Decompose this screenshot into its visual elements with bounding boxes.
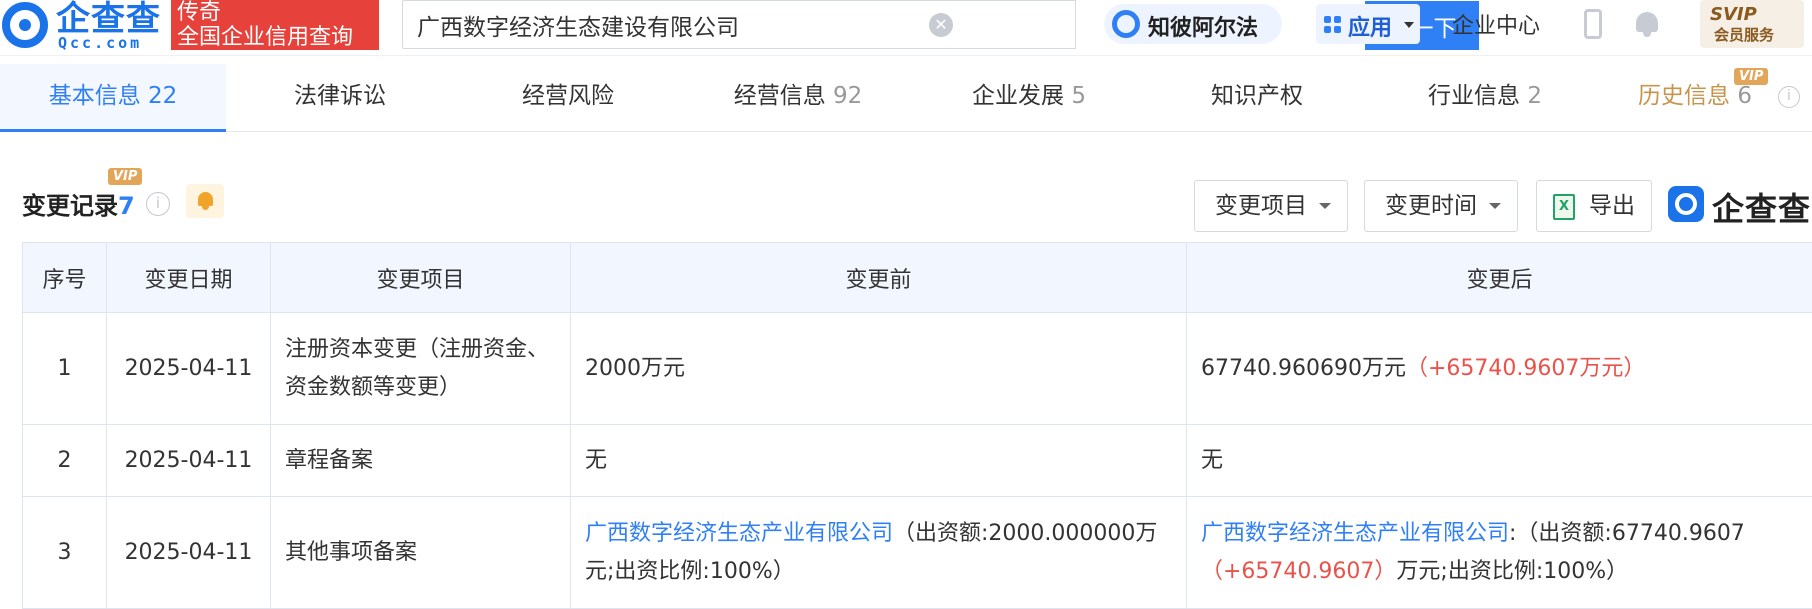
- shareholder-link[interactable]: 广西数字经济生态产业有限公司: [1201, 521, 1509, 546]
- cell-before: 无: [571, 425, 1187, 497]
- qcc-logo[interactable]: 企查查 Qcc.com: [0, 0, 170, 50]
- cell-no: 1: [23, 313, 107, 425]
- section-title: 变更记录7: [22, 186, 135, 221]
- after-delta: （+65740.9607）: [1201, 559, 1396, 584]
- cell-item: 注册资本变更（注册资金、资金数额等变更）: [271, 313, 571, 425]
- qcc-watermark-logo: 企查查: [1668, 182, 1812, 228]
- apps-menu[interactable]: 应用: [1316, 4, 1420, 44]
- tab-basic-info[interactable]: 基本信息 22: [0, 64, 226, 132]
- tab-vip-badge: VIP: [1734, 68, 1768, 85]
- excel-icon: X: [1553, 194, 1575, 220]
- monitor-bell-icon[interactable]: [186, 184, 224, 218]
- slogan-line-2: 全国企业信用查询: [177, 25, 379, 50]
- table-header-row: 序号 变更日期 变更项目 变更前 变更后: [23, 243, 1812, 313]
- apps-label: 应用: [1348, 10, 1392, 42]
- alpha-label: 知彼阿尔法: [1148, 10, 1258, 42]
- cell-before: 广西数字经济生态产业有限公司（出资额:2000.000000万元;出资比例:10…: [571, 497, 1187, 609]
- alpha-icon: [1112, 10, 1140, 38]
- cell-before: 2000万元: [571, 313, 1187, 425]
- col-header-after: 变更后: [1187, 243, 1812, 313]
- chevron-down-icon: [1489, 203, 1501, 209]
- svip-label: SVIP: [1710, 4, 1757, 25]
- qcc-logo-icon: [2, 2, 48, 48]
- tab-industry[interactable]: 行业信息 2: [1370, 64, 1600, 132]
- cell-no: 2: [23, 425, 107, 497]
- after-detail-tail: 万元;出资比例:100%）: [1396, 559, 1628, 584]
- clear-icon[interactable]: ✕: [929, 13, 953, 37]
- cell-item: 其他事项备案: [271, 497, 571, 609]
- member-service-label: 会员服务: [1714, 24, 1774, 45]
- tab-operating-info[interactable]: 经营信息 92: [682, 64, 914, 132]
- tab-operating-risk[interactable]: 经营风险: [454, 64, 682, 132]
- section-count: 7: [118, 192, 135, 220]
- notification-bell-icon[interactable]: [1634, 10, 1660, 38]
- chevron-down-icon: [1404, 22, 1414, 28]
- filter-change-item-dropdown[interactable]: 变更项目: [1194, 180, 1348, 232]
- cell-item: 章程备案: [271, 425, 571, 497]
- cell-after: 广西数字经济生态产业有限公司:（出资额:67740.9607 （+65740.96…: [1187, 497, 1812, 609]
- logo-text: 企查查: [56, 0, 161, 38]
- cell-after: 无: [1187, 425, 1812, 497]
- col-header-date: 变更日期: [107, 243, 271, 313]
- tab-legal[interactable]: 法律诉讼: [226, 64, 454, 132]
- cell-date: 2025-04-11: [107, 425, 271, 497]
- info-icon[interactable]: i: [1778, 86, 1800, 108]
- after-delta: （+65740.9607万元）: [1406, 356, 1645, 381]
- table-row: 2 2025-04-11 章程备案 无 无: [23, 425, 1812, 497]
- tab-ip[interactable]: 知识产权: [1144, 64, 1370, 132]
- grid-icon: [1324, 16, 1342, 34]
- slogan-line-1: 传奇: [177, 0, 379, 25]
- mobile-icon[interactable]: [1584, 9, 1602, 39]
- tab-development[interactable]: 企业发展 5: [914, 64, 1144, 132]
- qcc-logo-icon: [1668, 186, 1704, 222]
- logo-subtitle: Qcc.com: [58, 34, 142, 52]
- export-button[interactable]: X 导出: [1536, 180, 1652, 232]
- vip-badge: VIP: [108, 168, 142, 185]
- after-value: 67740.960690万元: [1201, 356, 1406, 381]
- enterprise-center-link[interactable]: 企业中心: [1452, 8, 1540, 40]
- shareholder-link[interactable]: 广西数字经济生态产业有限公司: [585, 521, 893, 546]
- cell-no: 3: [23, 497, 107, 609]
- search-input[interactable]: [417, 9, 917, 41]
- svip-button[interactable]: SVIP 会员服务: [1700, 0, 1804, 48]
- cell-date: 2025-04-11: [107, 313, 271, 425]
- col-header-no: 序号: [23, 243, 107, 313]
- search-box: ✕ 查一下: [402, 0, 1076, 49]
- slogan-banner: 传奇 全国企业信用查询: [171, 0, 379, 50]
- table-row: 1 2025-04-11 注册资本变更（注册资金、资金数额等变更） 2000万元…: [23, 313, 1812, 425]
- chevron-down-icon: [1319, 203, 1331, 209]
- cell-date: 2025-04-11: [107, 497, 271, 609]
- top-bar: 企查查 Qcc.com 传奇 全国企业信用查询 ✕ 查一下 知彼阿尔法 应用 企…: [0, 0, 1812, 56]
- alpha-button[interactable]: 知彼阿尔法: [1104, 4, 1282, 44]
- cell-after: 67740.960690万元（+65740.9607万元）: [1187, 313, 1812, 425]
- change-record-table: 序号 变更日期 变更项目 变更前 变更后 1 2025-04-11 注册资本变更…: [22, 242, 1812, 609]
- after-detail: :（出资额:67740.9607: [1509, 521, 1745, 546]
- col-header-before: 变更前: [571, 243, 1187, 313]
- info-icon[interactable]: i: [146, 192, 170, 216]
- table-row: 3 2025-04-11 其他事项备案 广西数字经济生态产业有限公司（出资额:2…: [23, 497, 1812, 609]
- filter-change-time-dropdown[interactable]: 变更时间: [1364, 180, 1518, 232]
- tab-bar: 基本信息 22 法律诉讼 经营风险 经营信息 92 企业发展 5 知识产权 行业…: [0, 64, 1812, 132]
- col-header-item: 变更项目: [271, 243, 571, 313]
